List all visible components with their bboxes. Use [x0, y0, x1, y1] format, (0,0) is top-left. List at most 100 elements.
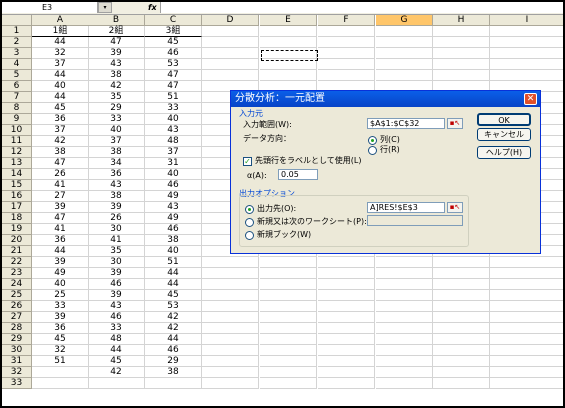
cell-g22[interactable]	[376, 257, 433, 268]
cell-b5[interactable]: 38	[88, 70, 145, 81]
cell-h27[interactable]	[433, 312, 490, 323]
column-header-e[interactable]: E	[260, 15, 317, 26]
cell-c29[interactable]: 44	[145, 334, 202, 345]
cell-c7[interactable]: 51	[145, 92, 202, 103]
cell-e1[interactable]	[260, 26, 317, 37]
row-header-4[interactable]: 4	[2, 59, 32, 70]
row-header-21[interactable]: 21	[2, 246, 32, 257]
row-header-3[interactable]: 3	[2, 48, 32, 59]
cell-d3[interactable]	[202, 48, 259, 59]
cell-h1[interactable]	[433, 26, 490, 37]
cell-h2[interactable]	[433, 37, 490, 48]
cell-f1[interactable]	[318, 26, 375, 37]
cell-d4[interactable]	[202, 59, 259, 70]
cell-e2[interactable]	[260, 37, 317, 48]
cell-f4[interactable]	[318, 59, 375, 70]
row-header-11[interactable]: 11	[2, 136, 32, 147]
cell-c4[interactable]: 53	[145, 59, 202, 70]
column-header-i[interactable]: I	[490, 15, 563, 26]
cell-c18[interactable]: 49	[145, 213, 202, 224]
cell-d26[interactable]	[202, 301, 259, 312]
column-header-h[interactable]: H	[433, 15, 490, 26]
cell-a15[interactable]: 41	[32, 180, 89, 191]
column-header-c[interactable]: C	[145, 15, 202, 26]
cell-c25[interactable]: 45	[145, 290, 202, 301]
row-header-16[interactable]: 16	[2, 191, 32, 202]
help-button[interactable]: ヘルプ(H)	[477, 146, 531, 159]
cell-d30[interactable]	[202, 345, 259, 356]
cell-b22[interactable]: 30	[88, 257, 145, 268]
cell-b23[interactable]: 39	[88, 268, 145, 279]
cell-h31[interactable]	[433, 356, 490, 367]
cell-b19[interactable]: 30	[88, 224, 145, 235]
cell-a32[interactable]	[32, 367, 89, 378]
cell-e30[interactable]	[260, 345, 317, 356]
cell-g27[interactable]	[376, 312, 433, 323]
alpha-field[interactable]: 0.05	[278, 169, 318, 180]
cell-h22[interactable]	[433, 257, 490, 268]
row-header-33[interactable]: 33	[2, 378, 32, 389]
cell-d31[interactable]	[202, 356, 259, 367]
row-header-10[interactable]: 10	[2, 125, 32, 136]
cell-c32[interactable]: 38	[145, 367, 202, 378]
cell-a22[interactable]: 39	[32, 257, 89, 268]
cell-a6[interactable]: 40	[32, 81, 89, 92]
cell-b33[interactable]	[88, 378, 145, 389]
cell-b12[interactable]: 38	[88, 147, 145, 158]
cell-f26[interactable]	[318, 301, 375, 312]
cell-e22[interactable]	[260, 257, 317, 268]
cell-b4[interactable]: 43	[88, 59, 145, 70]
cell-d29[interactable]	[202, 334, 259, 345]
row-header-6[interactable]: 6	[2, 81, 32, 92]
column-header-b[interactable]: B	[88, 15, 145, 26]
direction-column-radio[interactable]	[368, 136, 377, 145]
new-sheet-field[interactable]	[367, 215, 463, 226]
column-header-g[interactable]: G	[376, 15, 433, 26]
cell-c13[interactable]: 31	[145, 158, 202, 169]
row-header-15[interactable]: 15	[2, 180, 32, 191]
labels-checkbox[interactable]: ✓	[243, 157, 252, 166]
cell-c15[interactable]: 46	[145, 180, 202, 191]
cell-f29[interactable]	[318, 334, 375, 345]
cell-h25[interactable]	[433, 290, 490, 301]
cell-i33[interactable]	[490, 378, 563, 389]
cancel-button[interactable]: キャンセル	[477, 128, 531, 141]
cell-b18[interactable]: 26	[88, 213, 145, 224]
cell-a29[interactable]: 45	[32, 334, 89, 345]
cell-h4[interactable]	[433, 59, 490, 70]
cell-e25[interactable]	[260, 290, 317, 301]
cell-i23[interactable]	[490, 268, 563, 279]
row-header-19[interactable]: 19	[2, 224, 32, 235]
cell-h30[interactable]	[433, 345, 490, 356]
cell-g4[interactable]	[376, 59, 433, 70]
row-header-18[interactable]: 18	[2, 213, 32, 224]
cell-f28[interactable]	[318, 323, 375, 334]
cell-c10[interactable]: 43	[145, 125, 202, 136]
cell-a17[interactable]: 39	[32, 202, 89, 213]
row-header-29[interactable]: 29	[2, 334, 32, 345]
cell-c17[interactable]: 43	[145, 202, 202, 213]
cell-i24[interactable]	[490, 279, 563, 290]
output-range-select-icon[interactable]: ▪↖	[447, 202, 463, 213]
cell-i27[interactable]	[490, 312, 563, 323]
cell-i28[interactable]	[490, 323, 563, 334]
cell-a9[interactable]: 36	[32, 114, 89, 125]
cell-a31[interactable]: 51	[32, 356, 89, 367]
cell-c21[interactable]: 40	[145, 246, 202, 257]
new-book-radio[interactable]	[245, 231, 254, 240]
formula-input[interactable]	[160, 2, 563, 13]
cell-c26[interactable]: 53	[145, 301, 202, 312]
row-header-7[interactable]: 7	[2, 92, 32, 103]
cell-a11[interactable]: 42	[32, 136, 89, 147]
cell-b3[interactable]: 39	[88, 48, 145, 59]
output-dest-field[interactable]: A]RES!$E$3	[367, 202, 445, 213]
name-box[interactable]: E3	[2, 2, 98, 13]
cell-e29[interactable]	[260, 334, 317, 345]
cell-f30[interactable]	[318, 345, 375, 356]
cell-c33[interactable]	[145, 378, 202, 389]
cell-f32[interactable]	[318, 367, 375, 378]
cell-d1[interactable]	[202, 26, 259, 37]
cell-b30[interactable]: 44	[88, 345, 145, 356]
cell-h5[interactable]	[433, 70, 490, 81]
column-header-f[interactable]: F	[318, 15, 375, 26]
